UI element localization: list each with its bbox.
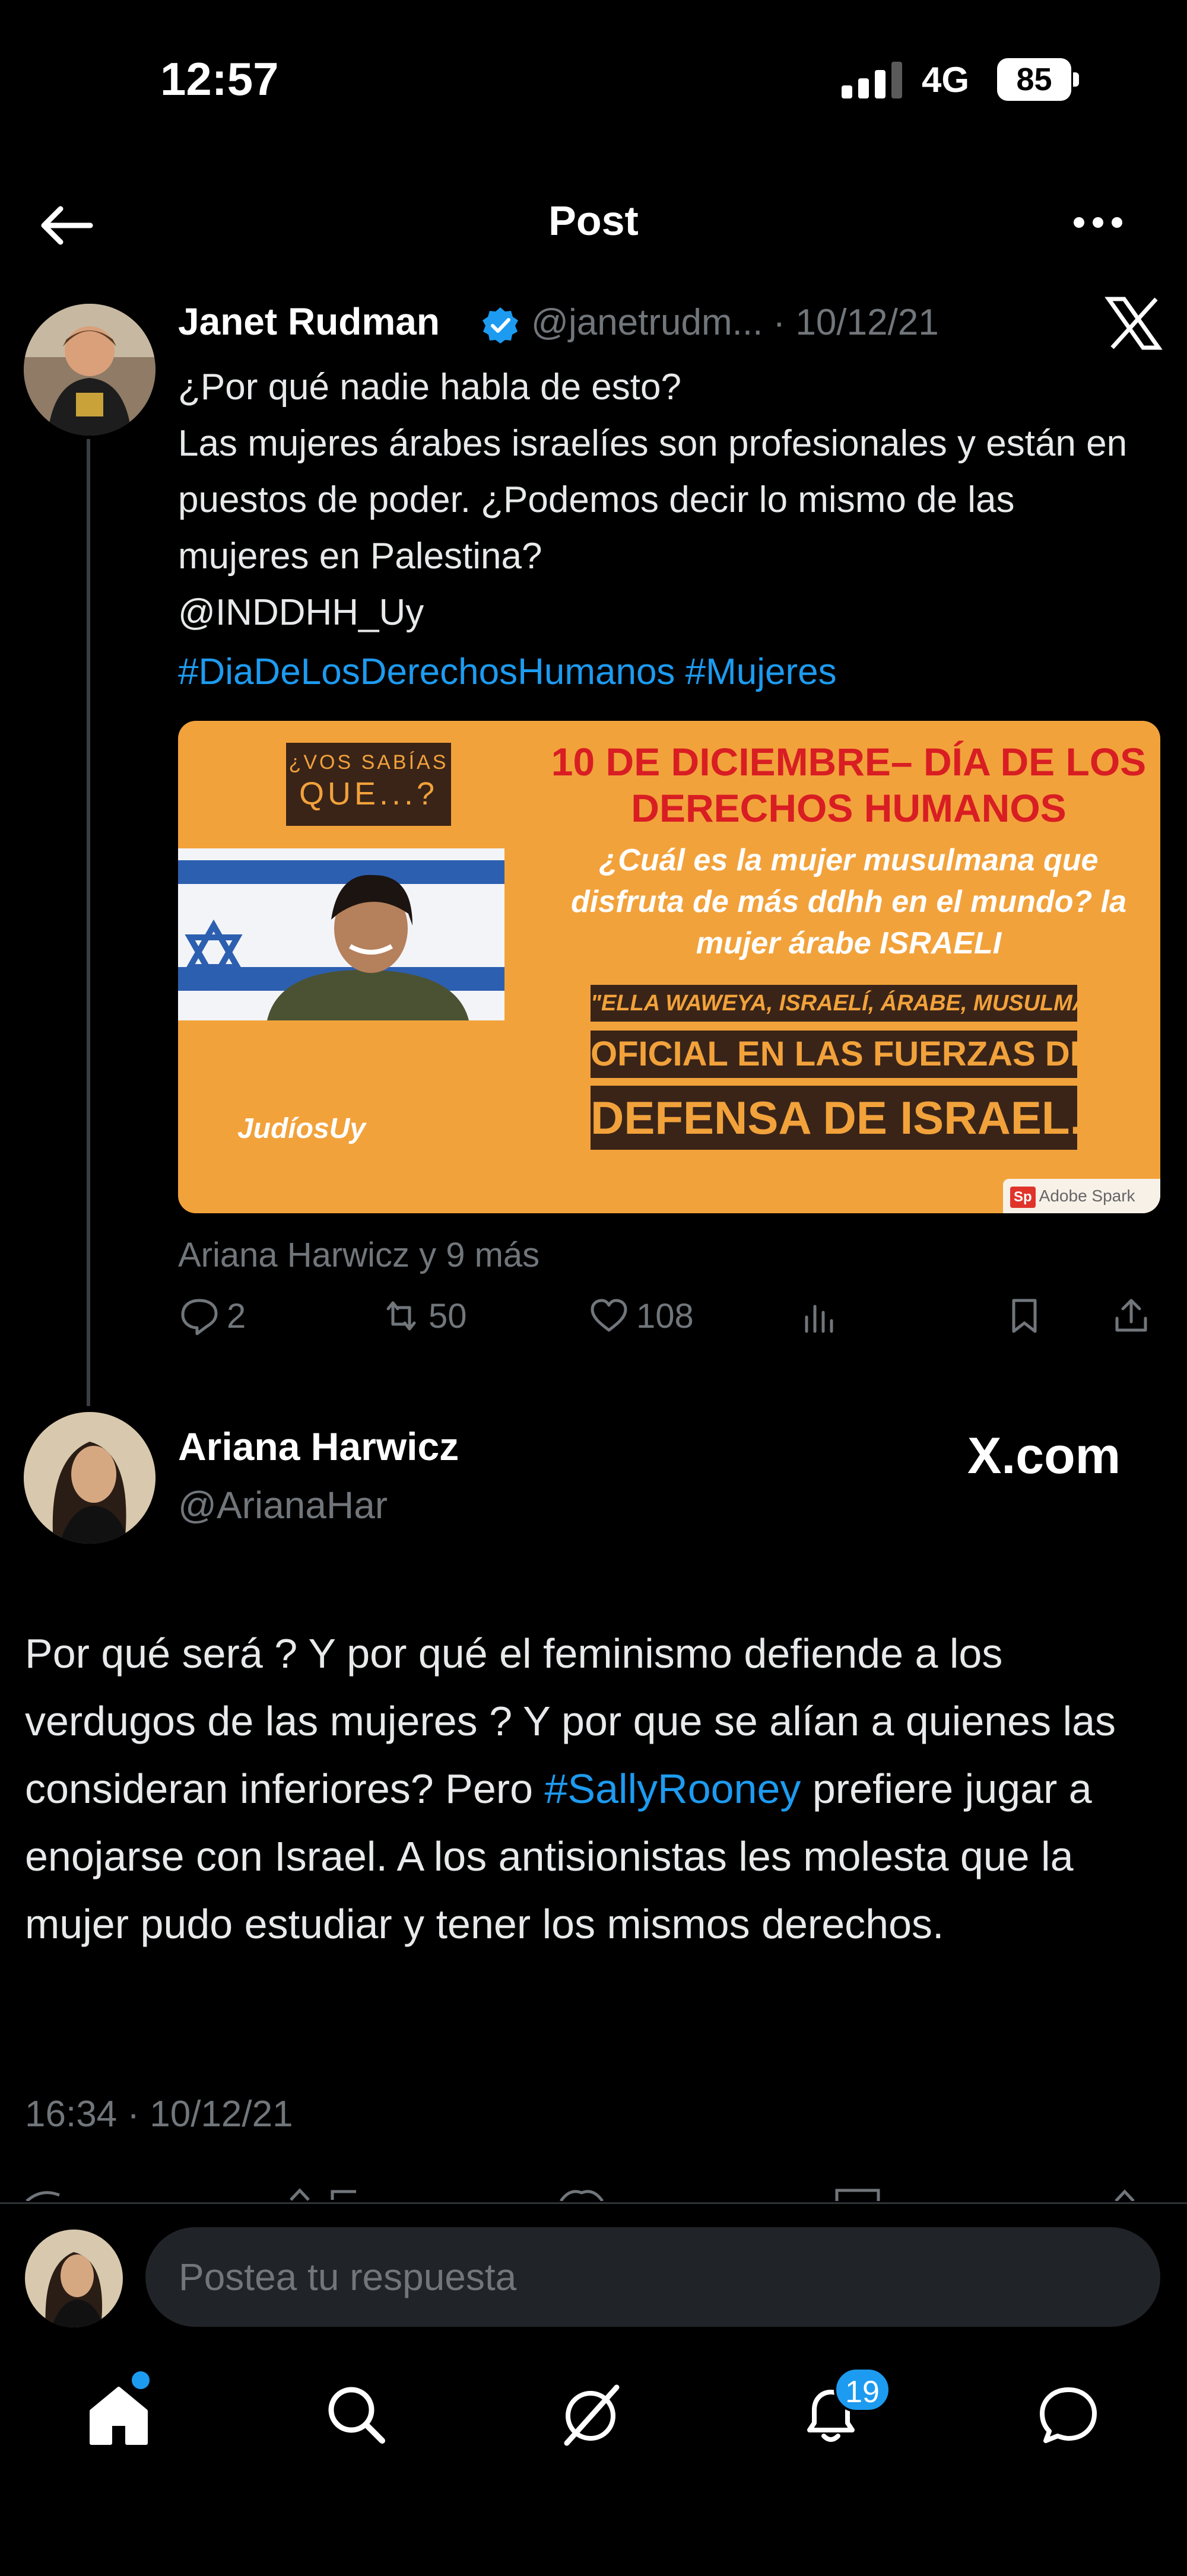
search-icon[interactable]: [320, 2379, 392, 2450]
network-type: 4G: [922, 60, 970, 100]
grok-icon[interactable]: [555, 2379, 626, 2450]
tweet-text: Por qué será ? Y por qué el feminismo de…: [25, 1620, 1170, 1958]
author-name[interactable]: Ariana Harwicz: [178, 1424, 459, 1469]
soldier-photo: [178, 848, 504, 1020]
share-icon: [1115, 1299, 1147, 1332]
card-question: ¿Cuál es la mujer musulmana que disfruta…: [570, 843, 1127, 961]
tweet-timestamp: 16:34 · 10/12/21: [25, 2094, 293, 2135]
repost-count: 50: [429, 1296, 467, 1335]
adobe-spark-badge: Sp Adobe Spark: [1003, 1179, 1160, 1213]
tweet-text: ¿Por qué nadie habla de esto? Las mujere…: [178, 367, 1128, 633]
notification-count-badge: 19: [834, 2367, 891, 2412]
source-watermark: X.com: [967, 1427, 1121, 1484]
repost-icon: [386, 1301, 416, 1331]
reply-icon: [181, 1299, 218, 1335]
repost-button[interactable]: 50: [380, 1292, 467, 1340]
card-brand: JudíosUy: [237, 1113, 366, 1144]
card-line-defensa: DEFENSA DE ISRAEL.: [591, 1086, 1083, 1150]
my-avatar[interactable]: [25, 2230, 123, 2327]
x-logo-icon: [1105, 297, 1163, 350]
partial-action-row: [26, 2188, 1135, 2201]
avatar[interactable]: [24, 304, 155, 435]
verified-badge-icon: [483, 307, 518, 344]
bookmark-button[interactable]: [1003, 1292, 1052, 1340]
card-heading: 10 DE DICIEMBRE– DÍA DE LOS DERECHOS HUM…: [551, 740, 1147, 830]
home-icon[interactable]: [83, 2379, 154, 2450]
bookmark-icon: [1012, 1299, 1037, 1333]
tweet-image[interactable]: ¿VOS SABÍAS QUE...? 10 DE DICIEMBRE– DÍA…: [178, 721, 1160, 1213]
author-name[interactable]: Janet Rudman: [178, 300, 440, 344]
status-time: 12:57: [160, 53, 279, 105]
cellular-signal-icon: [842, 62, 902, 98]
vos-sabias-line2: QUE...?: [299, 776, 439, 812]
like-button[interactable]: 108: [588, 1292, 694, 1340]
hashtags[interactable]: #DiaDeLosDerechosHumanos #Mujeres: [178, 644, 837, 700]
author-handle[interactable]: @ArianaHar: [178, 1483, 388, 1527]
thread-line: [87, 439, 90, 1406]
share-button[interactable]: [1110, 1292, 1159, 1340]
adobe-spark-label: Adobe Spark: [1039, 1187, 1135, 1205]
page-title: Post: [548, 198, 639, 244]
like-count: 108: [636, 1296, 694, 1335]
views-button[interactable]: [798, 1292, 847, 1340]
vos-sabias-line1: ¿VOS SABÍAS: [288, 751, 449, 774]
divider: [0, 2202, 1187, 2204]
adobe-spark-logo: Sp: [1010, 1187, 1036, 1208]
messages-icon[interactable]: [1033, 2379, 1104, 2450]
liked-by[interactable]: Ariana Harwicz y 9 más: [178, 1235, 539, 1275]
author-handle-date: @janetrudm... · 10/12/21: [531, 302, 939, 343]
card-line-oficial: OFICIAL EN LAS FUERZAS DE: [591, 1031, 1093, 1078]
reply-input[interactable]: Postea tu respuesta: [145, 2227, 1160, 2327]
card-quote: "ELLA WAWEYA, ISRAELÍ, ÁRABE, MUSULMANA,: [591, 985, 1128, 1022]
heart-icon: [591, 1299, 627, 1332]
avatar[interactable]: [24, 1412, 155, 1544]
home-notification-dot: [132, 2371, 150, 2389]
battery-level: 85: [997, 58, 1071, 101]
more-options-icon[interactable]: [1068, 205, 1128, 240]
reply-button[interactable]: 2: [178, 1292, 246, 1340]
vos-sabias-box: ¿VOS SABÍAS QUE...?: [286, 743, 451, 826]
battery-icon: 85: [997, 58, 1080, 101]
hashtag-link[interactable]: #SallyRooney: [544, 1766, 801, 1812]
reply-count: 2: [227, 1296, 246, 1335]
views-chart-icon: [805, 1305, 833, 1333]
